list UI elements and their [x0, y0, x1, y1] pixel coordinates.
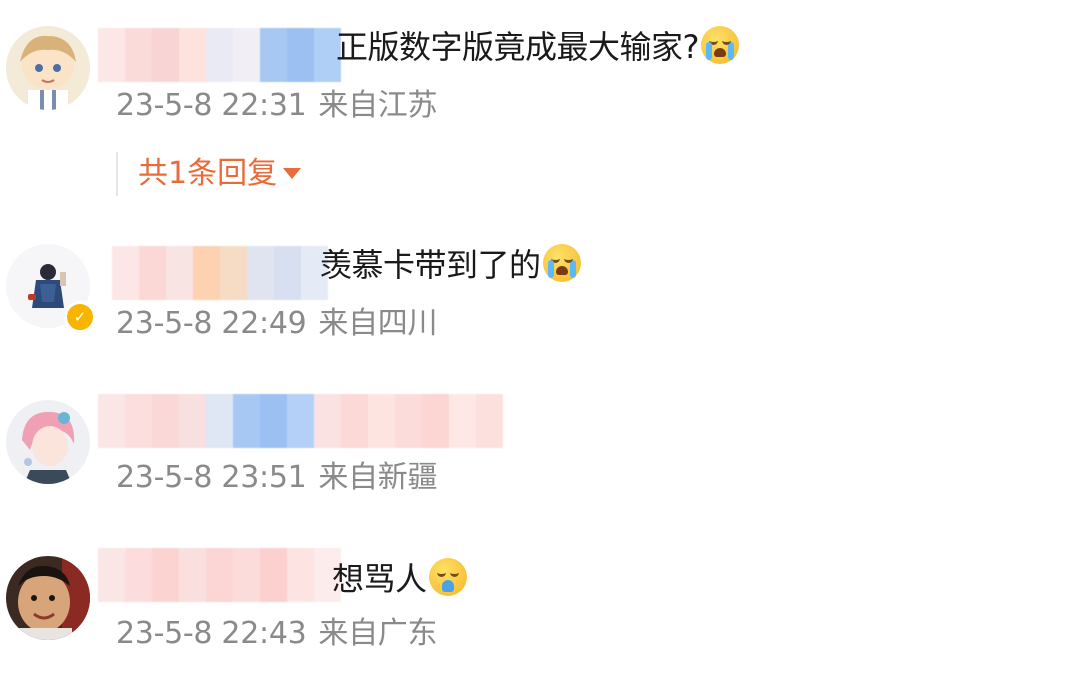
view-replies-button[interactable]: 共1条回复 [116, 152, 302, 196]
comment-text: 正版数字版竟成最大输家? [336, 26, 739, 67]
comment-text: 羡慕卡带到了的 [320, 244, 581, 285]
comment-meta: 23-5-8 22:49 来自四川 [116, 306, 438, 342]
timestamp: 23-5-8 23:51 [116, 460, 307, 495]
timestamp: 23-5-8 22:43 [116, 616, 307, 651]
username-blurred[interactable] [112, 246, 328, 300]
location: 来自四川 [318, 306, 438, 341]
location: 来自江苏 [318, 88, 438, 123]
avatar[interactable] [6, 556, 90, 640]
comment-text: 想骂人 [332, 558, 467, 599]
vomiting-face-icon [428, 558, 467, 596]
avatar[interactable] [6, 26, 90, 110]
location: 来自广东 [318, 616, 438, 651]
timestamp: 23-5-8 22:31 [116, 88, 307, 123]
comment-meta: 23-5-8 22:31 来自江苏 [116, 88, 438, 124]
caret-down-icon [283, 168, 302, 179]
verified-badge-icon: ✓ [64, 301, 96, 333]
username-blurred[interactable] [98, 28, 341, 82]
location: 来自新疆 [318, 460, 438, 495]
timestamp: 23-5-8 22:49 [116, 306, 307, 341]
avatar[interactable] [6, 400, 90, 484]
comment-meta: 23-5-8 23:51 来自新疆 [116, 460, 438, 496]
loudly-crying-face-icon [542, 244, 581, 282]
comment-meta: 23-5-8 22:43 来自广东 [116, 616, 438, 652]
loudly-crying-face-icon [701, 26, 739, 64]
username-blurred[interactable] [98, 548, 341, 602]
username-blurred[interactable] [98, 394, 503, 448]
